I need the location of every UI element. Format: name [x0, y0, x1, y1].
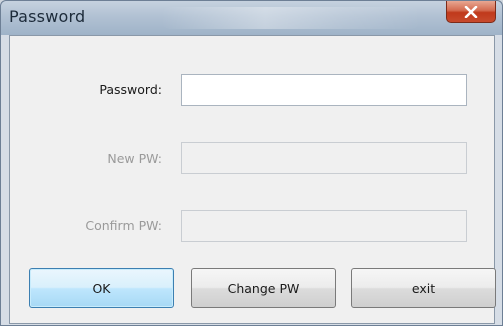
title-bar[interactable]: Password [1, 1, 502, 35]
confirm-pw-field[interactable] [181, 210, 467, 242]
new-pw-label: New PW: [107, 151, 162, 166]
new-pw-field[interactable] [181, 142, 467, 174]
password-dialog: Password Password: New PW: Confirm PW: O… [0, 0, 503, 326]
close-icon [464, 5, 478, 18]
password-label: Password: [99, 82, 162, 97]
dialog-body: Password: New PW: Confirm PW: OK Change … [9, 35, 496, 324]
change-pw-button[interactable]: Change PW [191, 268, 336, 308]
ok-button[interactable]: OK [29, 268, 174, 308]
title-bar-glare [161, 7, 421, 29]
password-field[interactable] [181, 74, 467, 106]
close-button[interactable] [446, 1, 496, 23]
confirm-pw-label: Confirm PW: [85, 218, 162, 233]
exit-button[interactable]: exit [351, 268, 496, 308]
window-title: Password [9, 7, 86, 26]
